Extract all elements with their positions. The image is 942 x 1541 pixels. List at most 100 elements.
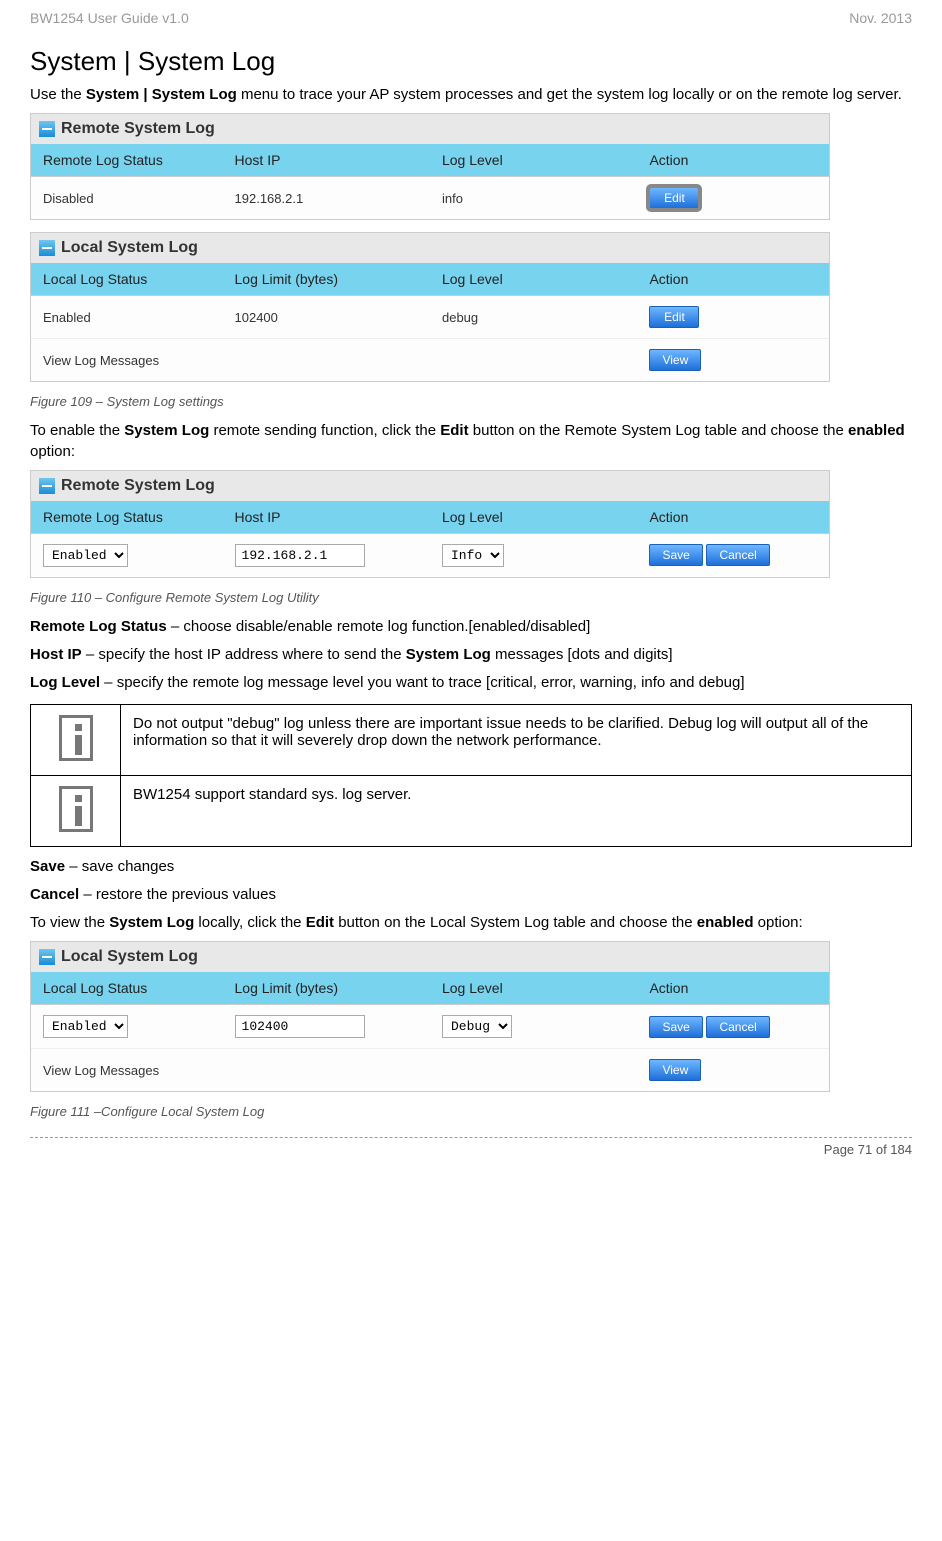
table-row: View Log Messages View (31, 339, 829, 382)
th-status: Remote Log Status (31, 144, 223, 177)
cell-action: View (637, 1049, 829, 1092)
cell-limit: 102400 (223, 296, 430, 339)
cell-action: Save Cancel (637, 1005, 829, 1049)
info-icon (59, 786, 93, 832)
info-table: Do not output "debug" log unless there a… (30, 704, 912, 847)
th-limit: Log Limit (bytes) (223, 972, 430, 1005)
panel-title: Remote System Log (31, 471, 829, 501)
edit-button[interactable]: Edit (649, 187, 699, 209)
desc-remote-status: Remote Log Status – choose disable/enabl… (30, 617, 912, 637)
loglevel-select[interactable]: Debug (442, 1015, 512, 1038)
panel-title-text: Remote System Log (61, 120, 215, 138)
th-hostip: Host IP (223, 501, 430, 534)
panel-title: Local System Log (31, 233, 829, 263)
text-bold: Host IP (30, 646, 82, 663)
cancel-button[interactable]: Cancel (706, 544, 769, 566)
text: – specify the remote log message level y… (100, 674, 745, 691)
info-row: Do not output "debug" log unless there a… (31, 704, 912, 775)
panel-icon (39, 478, 55, 494)
loglevel-select[interactable]: Info (442, 544, 504, 567)
panel-icon (39, 121, 55, 137)
text-bold: enabled (697, 914, 754, 931)
doc-title: BW1254 User Guide v1.0 (30, 10, 189, 26)
desc-save: Save – save changes (30, 857, 912, 877)
th-status: Remote Log Status (31, 501, 223, 534)
remote-system-log-edit-panel: Remote System Log Remote Log Status Host… (30, 470, 830, 578)
save-button[interactable]: Save (649, 544, 702, 566)
paragraph: To enable the System Log remote sending … (30, 421, 912, 462)
text-bold: enabled (848, 422, 905, 439)
th-status: Local Log Status (31, 972, 223, 1005)
text: messages [dots and digits] (491, 646, 673, 663)
cell-action: Edit (637, 296, 829, 339)
cell-action: Edit (637, 177, 829, 220)
table-row: Enabled Info Save Cancel (31, 533, 829, 577)
cell-action: Save Cancel (637, 533, 829, 577)
text: menu to trace your AP system processes a… (237, 86, 902, 103)
text-bold: System | System Log (86, 86, 237, 103)
text-bold: Edit (440, 422, 468, 439)
doc-date: Nov. 2013 (849, 10, 912, 26)
cell-loglevel: Debug (430, 1005, 637, 1049)
remote-log-edit-table: Remote Log Status Host IP Log Level Acti… (31, 501, 829, 577)
th-action: Action (637, 144, 829, 177)
text-bold: System Log (124, 422, 209, 439)
limit-input[interactable] (235, 1015, 365, 1038)
text-bold: Save (30, 858, 65, 875)
local-log-edit-table: Local Log Status Log Limit (bytes) Log L… (31, 972, 829, 1091)
view-button[interactable]: View (649, 349, 701, 371)
table-row: Enabled 102400 debug Edit (31, 296, 829, 339)
panel-title-text: Local System Log (61, 948, 198, 966)
text: To enable the (30, 422, 124, 439)
edit-button[interactable]: Edit (649, 306, 699, 328)
th-loglevel: Log Level (430, 263, 637, 296)
figure-caption-111: Figure 111 –Configure Local System Log (30, 1104, 912, 1119)
divider (30, 1137, 912, 1138)
text: – choose disable/enable remote log funct… (167, 618, 591, 635)
info-icon-cell (31, 775, 121, 846)
save-button[interactable]: Save (649, 1016, 702, 1038)
remote-log-table: Remote Log Status Host IP Log Level Acti… (31, 144, 829, 219)
status-select[interactable]: Enabled (43, 1015, 128, 1038)
page-footer: Page 71 of 184 (30, 1142, 912, 1157)
cell-hostip (223, 533, 430, 577)
info-text: Do not output "debug" log unless there a… (121, 704, 912, 775)
info-icon-cell (31, 704, 121, 775)
page-header: BW1254 User Guide v1.0 Nov. 2013 (30, 10, 912, 26)
info-icon (59, 715, 93, 761)
th-limit: Log Limit (bytes) (223, 263, 430, 296)
hostip-input[interactable] (235, 544, 365, 567)
cancel-button[interactable]: Cancel (706, 1016, 769, 1038)
remote-system-log-panel: Remote System Log Remote Log Status Host… (30, 113, 830, 220)
status-select[interactable]: Enabled (43, 544, 128, 567)
th-loglevel: Log Level (430, 501, 637, 534)
cell-status: Enabled (31, 1005, 223, 1049)
th-action: Action (637, 972, 829, 1005)
panel-icon (39, 949, 55, 965)
text-bold: Remote Log Status (30, 618, 167, 635)
text: button on the Remote System Log table an… (469, 422, 848, 439)
th-hostip: Host IP (223, 144, 430, 177)
info-row: BW1254 support standard sys. log server. (31, 775, 912, 846)
text-bold: Cancel (30, 886, 79, 903)
local-system-log-edit-panel: Local System Log Local Log Status Log Li… (30, 941, 830, 1092)
local-log-table: Local Log Status Log Limit (bytes) Log L… (31, 263, 829, 381)
th-action: Action (637, 501, 829, 534)
text: remote sending function, click the (209, 422, 440, 439)
cell-limit (223, 1005, 430, 1049)
panel-icon (39, 240, 55, 256)
panel-title-text: Remote System Log (61, 477, 215, 495)
th-action: Action (637, 263, 829, 296)
panel-title: Remote System Log (31, 114, 829, 144)
cell-loglevel: Info (430, 533, 637, 577)
figure-caption-110: Figure 110 – Configure Remote System Log… (30, 590, 912, 605)
desc-hostip: Host IP – specify the host IP address wh… (30, 645, 912, 665)
text: option: (30, 443, 75, 460)
desc-loglevel: Log Level – specify the remote log messa… (30, 673, 912, 693)
view-button[interactable]: View (649, 1059, 701, 1081)
text: – restore the previous values (79, 886, 276, 903)
cell-hostip: 192.168.2.1 (223, 177, 430, 220)
info-text: BW1254 support standard sys. log server. (121, 775, 912, 846)
page-title: System | System Log (30, 46, 912, 77)
text: locally, click the (194, 914, 305, 931)
